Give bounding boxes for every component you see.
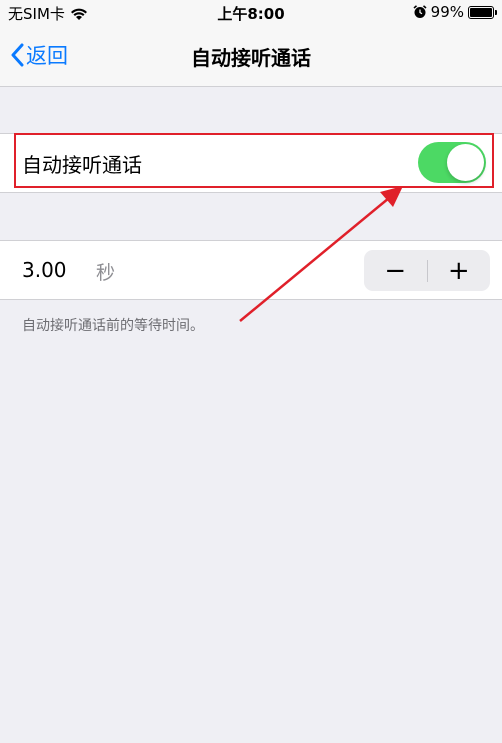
page-title: 自动接听通话 bbox=[191, 46, 311, 70]
auto-answer-row: 自动接听通话 bbox=[0, 133, 502, 193]
navigation-bar: 返回 自动接听通话 bbox=[0, 26, 502, 87]
wait-time-footnote: 自动接听通话前的等待时间。 bbox=[22, 318, 204, 334]
wait-time-row: 3.00 秒 − + bbox=[0, 240, 502, 300]
decrement-button[interactable]: − bbox=[364, 250, 427, 291]
auto-answer-label: 自动接听通话 bbox=[22, 153, 142, 177]
status-bar: 无SIM卡 上午8:00 99% bbox=[0, 0, 502, 26]
auto-answer-toggle[interactable] bbox=[418, 142, 486, 183]
alarm-icon bbox=[413, 5, 427, 18]
status-right: 99% bbox=[413, 3, 497, 21]
battery-percent: 99% bbox=[430, 3, 464, 21]
annotation-arrow bbox=[239, 186, 403, 322]
toggle-knob bbox=[447, 144, 484, 181]
wait-time-unit: 秒 bbox=[96, 262, 116, 284]
battery-icon bbox=[468, 5, 497, 19]
wait-time-stepper: − + bbox=[364, 250, 490, 291]
increment-button[interactable]: + bbox=[428, 250, 491, 291]
wait-time-value: 3.00 bbox=[22, 258, 67, 282]
